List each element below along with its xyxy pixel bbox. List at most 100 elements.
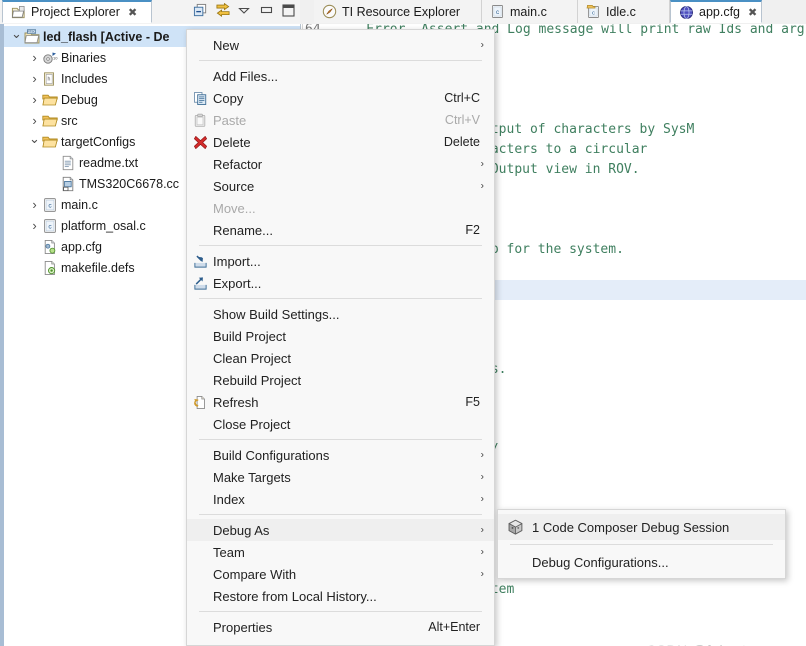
- menu-item-label: Import...: [213, 253, 261, 269]
- menu-item-label: Restore from Local History...: [213, 588, 377, 604]
- menu-item-refresh[interactable]: Refresh F5: [187, 391, 494, 413]
- tree-item-label: Debug: [61, 92, 98, 107]
- refresh-icon: [187, 395, 213, 410]
- editor-tabbar: TI Resource Explorer c main.c c Idle.c app.cf…: [300, 0, 806, 25]
- menu-item-shortcut: F2: [465, 223, 480, 237]
- menu-item-delete[interactable]: Delete Delete: [187, 131, 494, 153]
- chevron-right-icon[interactable]: ›: [28, 93, 41, 106]
- menu-item-label: Build Project: [213, 328, 286, 344]
- text-file-icon: [59, 155, 76, 171]
- chevron-right-icon[interactable]: ›: [28, 198, 41, 211]
- tree-item-label: src: [61, 113, 78, 128]
- menu-item-shortcut: Ctrl+V: [444, 113, 480, 127]
- tree-item-label: Includes: [61, 71, 108, 86]
- menu-item-build-configurations[interactable]: Build Configurations ›: [187, 444, 494, 466]
- ti-resource-icon: [322, 4, 337, 19]
- menu-item-clean-project[interactable]: Clean Project: [187, 347, 494, 369]
- menu-separator: [199, 60, 482, 61]
- cfg-file-icon: [41, 239, 58, 255]
- menu-item-team[interactable]: Team ›: [187, 541, 494, 563]
- chevron-right-icon: ›: [480, 546, 484, 558]
- rtsc-project-icon: RTSC: [23, 28, 40, 45]
- ccs-debug-icon: [498, 519, 532, 536]
- chevron-right-icon: ›: [480, 39, 484, 51]
- menu-separator: [199, 439, 482, 440]
- menu-item-index[interactable]: Index ›: [187, 488, 494, 510]
- chevron-down-icon[interactable]: ⌄: [28, 132, 41, 145]
- editor-tab-ti-resource-explorer[interactable]: TI Resource Explorer: [314, 0, 482, 23]
- close-icon[interactable]: ✖: [748, 6, 757, 19]
- menu-item-shortcut: Delete: [443, 135, 480, 149]
- menu-item-label: Move...: [213, 200, 256, 216]
- menu-item-label: Copy: [213, 90, 244, 106]
- chevron-down-icon[interactable]: ⌄: [10, 27, 23, 40]
- chevron-right-icon[interactable]: ›: [28, 72, 41, 85]
- svg-text:10: 10: [53, 55, 58, 60]
- folder-icon: [41, 92, 58, 108]
- minimize-icon[interactable]: [259, 3, 274, 18]
- menu-separator: [199, 514, 482, 515]
- folder-icon: [41, 113, 58, 129]
- menu-item-add-files[interactable]: Add Files...: [187, 65, 494, 87]
- menu-item-new[interactable]: New ›: [187, 34, 494, 56]
- tree-item-label: Binaries: [61, 50, 107, 65]
- close-icon[interactable]: ✖: [128, 6, 137, 19]
- tree-item-label: main.c: [61, 197, 98, 212]
- menu-item-copy[interactable]: Copy Ctrl+C: [187, 87, 494, 109]
- ccxml-file-icon: [59, 176, 76, 192]
- menu-item-import[interactable]: Import...: [187, 250, 494, 272]
- submenu-item-debug-configurations[interactable]: Debug Configurations...: [498, 549, 785, 575]
- tree-item-label: makefile.defs: [61, 260, 135, 275]
- menu-item-properties[interactable]: Properties Alt+Enter: [187, 616, 494, 638]
- menu-item-debug-as[interactable]: Debug As ›: [187, 519, 494, 541]
- tree-item-label: readme.txt: [79, 155, 139, 170]
- project-context-menu[interactable]: New › Add Files... Copy Ctrl+C Paste Ctrl+V Del…: [186, 29, 495, 646]
- tree-item-label: led_flash [Active - De: [43, 29, 170, 44]
- menu-item-refactor[interactable]: Refactor ›: [187, 153, 494, 175]
- tab-project-explorer[interactable]: Project Explorer ✖: [2, 0, 152, 23]
- submenu-item-label: 1 Code Composer Debug Session: [532, 519, 730, 535]
- menu-item-move: Move...: [187, 197, 494, 219]
- project-explorer-tabbar: Project Explorer ✖: [0, 0, 300, 25]
- menu-item-close-project[interactable]: Close Project: [187, 413, 494, 435]
- svg-text:c: c: [496, 9, 499, 16]
- link-editor-icon[interactable]: [215, 3, 230, 18]
- editor-tab-idle-c[interactable]: c Idle.c: [578, 0, 670, 23]
- chevron-right-icon: ›: [480, 158, 484, 170]
- menu-item-label: Index: [213, 491, 245, 507]
- menu-item-make-targets[interactable]: Make Targets ›: [187, 466, 494, 488]
- ccs-ide-window: Project Explorer ✖ TI Resource Explorer …: [0, 0, 806, 646]
- menu-item-export[interactable]: Export...: [187, 272, 494, 294]
- chevron-right-icon[interactable]: ›: [28, 51, 41, 64]
- chevron-right-icon[interactable]: ›: [28, 114, 41, 127]
- menu-item-rename[interactable]: Rename... F2: [187, 219, 494, 241]
- chevron-right-icon[interactable]: ›: [28, 219, 41, 232]
- menu-item-shortcut: F5: [465, 395, 480, 409]
- editor-tab-main-c[interactable]: c main.c: [482, 0, 578, 23]
- menu-item-label: Delete: [213, 134, 251, 150]
- menu-item-show-build-settings[interactable]: Show Build Settings...: [187, 303, 494, 325]
- tree-item-label: TMS320C6678.cc: [79, 176, 180, 191]
- submenu-item-1-code-composer-debug-session[interactable]: 1 Code Composer Debug Session: [498, 514, 785, 540]
- editor-tab-app-cfg[interactable]: app.cfg ✖: [670, 0, 762, 23]
- maximize-icon[interactable]: [281, 3, 296, 18]
- menu-item-compare-with[interactable]: Compare With ›: [187, 563, 494, 585]
- menu-item-rebuild-project[interactable]: Rebuild Project: [187, 369, 494, 391]
- menu-item-label: Build Configurations: [213, 447, 330, 463]
- chevron-right-icon: ›: [480, 524, 484, 536]
- menu-item-label: Clean Project: [213, 350, 292, 366]
- menu-separator: [199, 611, 482, 612]
- chevron-down-icon[interactable]: [237, 3, 252, 18]
- debug-as-submenu[interactable]: 1 Code Composer Debug Session Debug Confi…: [497, 509, 786, 579]
- menu-item-build-project[interactable]: Build Project: [187, 325, 494, 347]
- binaries-icon: 10: [41, 50, 58, 66]
- menu-item-label: Source: [213, 178, 255, 194]
- menu-item-label: Show Build Settings...: [213, 306, 340, 322]
- chevron-right-icon: ›: [480, 180, 484, 192]
- collapse-all-icon[interactable]: [193, 3, 208, 18]
- menu-item-restore-from-local-history[interactable]: Restore from Local History...: [187, 585, 494, 607]
- menu-item-label: Team: [213, 544, 245, 560]
- tree-item-label: platform_osal.c: [61, 218, 146, 233]
- menu-item-source[interactable]: Source ›: [187, 175, 494, 197]
- menu-item-label: Rebuild Project: [213, 372, 302, 388]
